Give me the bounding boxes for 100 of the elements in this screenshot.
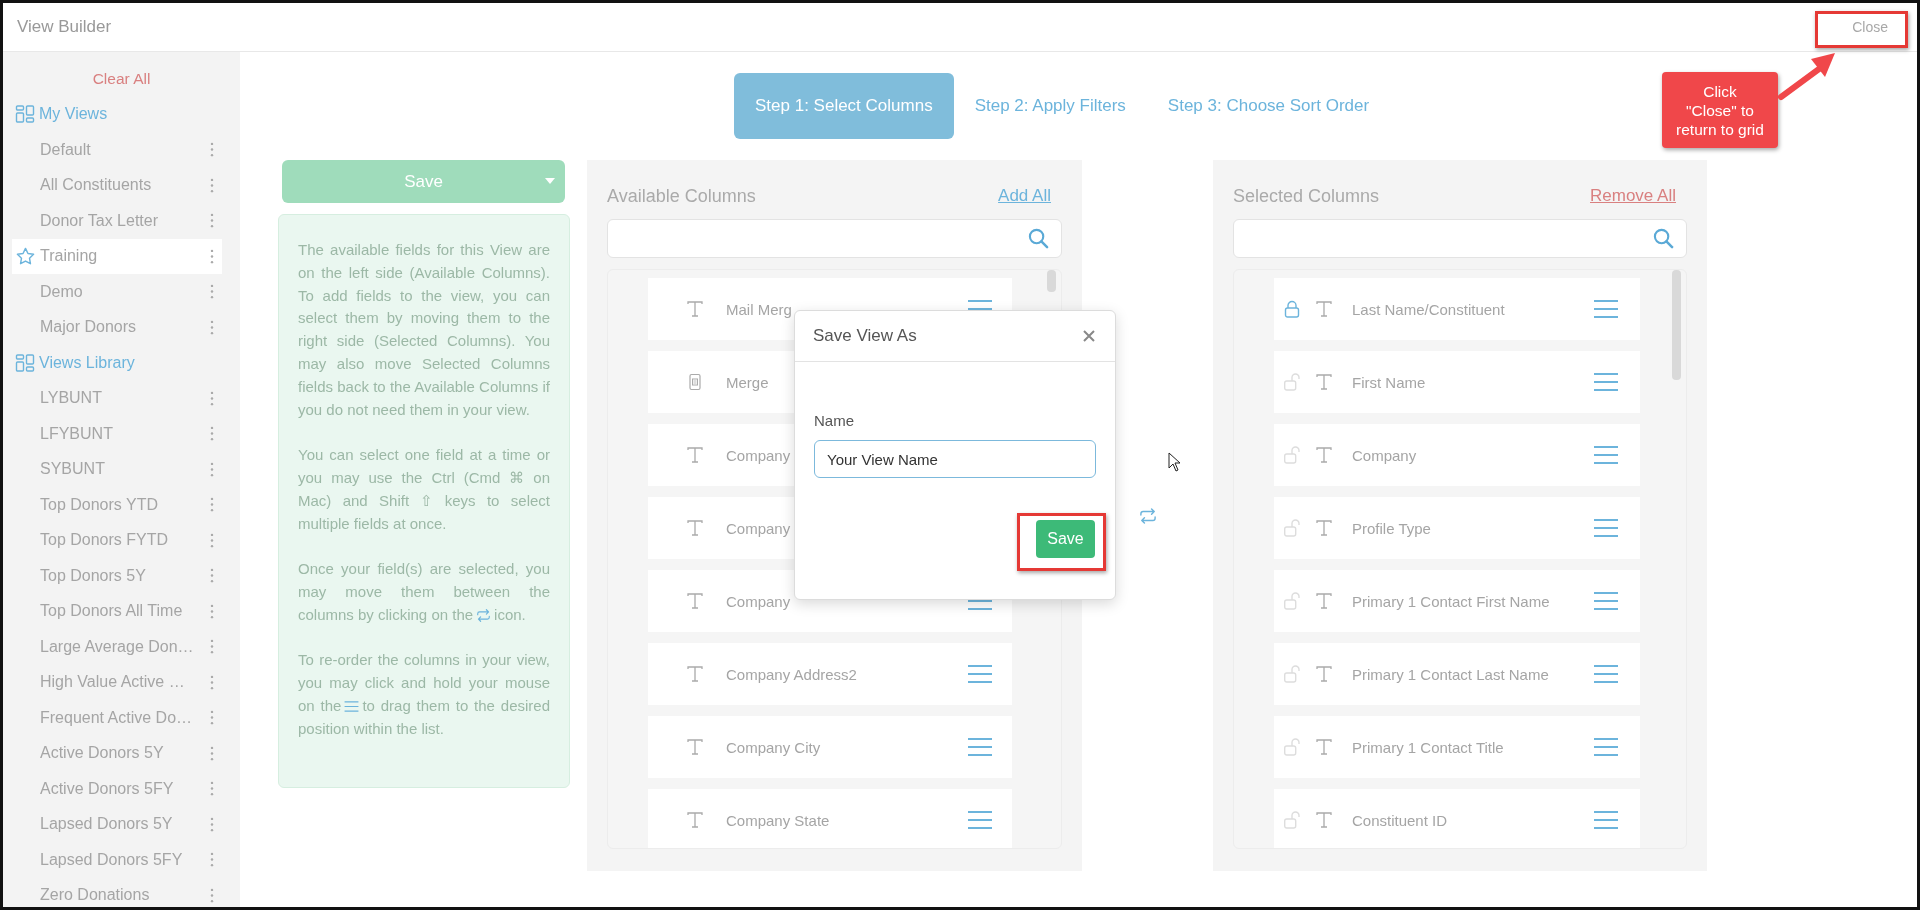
field-label: Name xyxy=(814,412,854,429)
step-tab[interactable]: Step 1: Select Columns xyxy=(734,73,954,139)
sidebar-item[interactable]: Lapsed Donors 5FY xyxy=(12,842,222,878)
text-type-icon xyxy=(1315,446,1333,464)
sidebar-item[interactable]: Large Average Don… xyxy=(12,629,222,665)
save-button[interactable]: Save xyxy=(1036,520,1095,558)
unlock-icon[interactable] xyxy=(1284,592,1300,610)
search-field[interactable] xyxy=(1233,219,1687,258)
more-icon[interactable] xyxy=(210,603,214,619)
more-icon[interactable] xyxy=(210,426,214,442)
drag-handle-icon[interactable] xyxy=(1593,737,1619,757)
sidebar-item[interactable]: Major Donors xyxy=(12,309,222,345)
drag-handle-icon[interactable] xyxy=(1593,445,1619,465)
sidebar-item[interactable]: Active Donors 5FY xyxy=(12,771,222,807)
more-icon[interactable] xyxy=(210,781,214,797)
close-icon[interactable] xyxy=(1083,330,1095,342)
search-icon[interactable] xyxy=(1653,228,1674,249)
drag-handle-icon[interactable] xyxy=(1593,664,1619,684)
more-icon[interactable] xyxy=(210,639,214,655)
sidebar-item[interactable]: Top Donors YTD xyxy=(12,487,222,523)
clear-all-link[interactable]: Clear All xyxy=(92,69,151,88)
column-item[interactable]: Last Name/Constituent xyxy=(1274,278,1640,340)
more-icon[interactable] xyxy=(210,887,214,903)
column-item[interactable]: Company State xyxy=(648,789,1012,848)
scrollbar-thumb[interactable] xyxy=(1672,270,1681,380)
more-icon[interactable] xyxy=(210,674,214,690)
search-field[interactable] xyxy=(607,219,1062,258)
unlock-icon[interactable] xyxy=(1284,738,1300,756)
lock-icon[interactable] xyxy=(1284,300,1300,318)
panel-title: Selected Columns xyxy=(1233,185,1380,207)
sidebar-item[interactable]: LYBUNT xyxy=(12,380,222,416)
column-item[interactable]: Company City xyxy=(648,716,1012,778)
more-icon[interactable] xyxy=(210,532,214,548)
sidebar-item[interactable]: High Value Active … xyxy=(12,664,222,700)
more-icon[interactable] xyxy=(210,284,214,300)
sidebar-item[interactable]: Top Donors All Time xyxy=(12,593,222,629)
unlock-icon[interactable] xyxy=(1284,373,1300,391)
section-title[interactable]: Views Library xyxy=(39,353,135,372)
search-icon[interactable] xyxy=(1028,228,1049,249)
step-tab[interactable]: Step 2: Apply Filters xyxy=(953,73,1147,139)
text-type-icon xyxy=(686,446,704,464)
sidebar-item[interactable]: LFYBUNT xyxy=(12,416,222,452)
sidebar-item[interactable]: Zero Donations xyxy=(12,877,222,907)
more-icon[interactable] xyxy=(210,319,214,335)
column-item[interactable]: Primary 1 Contact Title xyxy=(1274,716,1640,778)
text-type-icon xyxy=(1315,738,1333,756)
unlock-icon[interactable] xyxy=(1284,811,1300,829)
sidebar-item[interactable]: Default xyxy=(12,132,222,168)
sidebar-item[interactable]: All Constituents xyxy=(12,167,222,203)
column-item[interactable]: Profile Type xyxy=(1274,497,1640,559)
sidebar-item[interactable]: Donor Tax Letter xyxy=(12,203,222,239)
add-all-link[interactable]: Add All xyxy=(998,186,1051,206)
scrollbar-thumb[interactable] xyxy=(1047,270,1056,292)
drag-handle-icon[interactable] xyxy=(1593,810,1619,830)
more-icon[interactable] xyxy=(210,248,214,264)
drag-handle-icon[interactable] xyxy=(1593,372,1619,392)
drag-handle-icon[interactable] xyxy=(344,699,360,713)
sidebar-item[interactable]: SYBUNT xyxy=(12,451,222,487)
column-item[interactable]: Company xyxy=(1274,424,1640,486)
caret-icon[interactable] xyxy=(545,178,555,184)
sidebar-item[interactable]: Lapsed Donors 5Y xyxy=(12,806,222,842)
more-icon[interactable] xyxy=(210,710,214,726)
unlock-icon[interactable] xyxy=(1284,665,1300,683)
more-icon[interactable] xyxy=(210,461,214,477)
more-icon[interactable] xyxy=(210,390,214,406)
more-icon[interactable] xyxy=(210,852,214,868)
drag-handle-icon[interactable] xyxy=(1593,591,1619,611)
sidebar-item[interactable]: Demo xyxy=(12,274,222,310)
column-item[interactable]: Constituent ID xyxy=(1274,789,1640,848)
unlock-icon[interactable] xyxy=(1284,519,1300,537)
more-icon[interactable] xyxy=(210,816,214,832)
more-icon[interactable] xyxy=(210,177,214,193)
drag-handle-icon[interactable] xyxy=(967,737,993,757)
save-dropdown-button[interactable]: Save xyxy=(282,160,565,203)
sidebar-item[interactable]: Top Donors FYTD xyxy=(12,522,222,558)
drag-handle-icon[interactable] xyxy=(967,664,993,684)
more-icon[interactable] xyxy=(210,142,214,158)
drag-handle-icon[interactable] xyxy=(1593,518,1619,538)
drag-handle-icon[interactable] xyxy=(1593,299,1619,319)
close-link[interactable]: Close xyxy=(1852,19,1888,35)
sidebar-item[interactable]: Top Donors 5Y xyxy=(12,558,222,594)
remove-all-link[interactable]: Remove All xyxy=(1590,186,1676,206)
swap-icon[interactable] xyxy=(1138,507,1157,524)
column-item[interactable]: First Name xyxy=(1274,351,1640,413)
drag-handle-icon[interactable] xyxy=(967,810,993,830)
unlock-icon[interactable] xyxy=(1284,446,1300,464)
sidebar-item[interactable]: Training xyxy=(12,238,222,274)
more-icon[interactable] xyxy=(210,568,214,584)
more-icon[interactable] xyxy=(210,745,214,761)
section-title[interactable]: My Views xyxy=(39,105,108,124)
step-tab[interactable]: Step 3: Choose Sort Order xyxy=(1146,73,1391,139)
text-type-icon xyxy=(1315,665,1333,683)
column-item[interactable]: Primary 1 Contact First Name xyxy=(1274,570,1640,632)
column-item[interactable]: Company Address2 xyxy=(648,643,1012,705)
column-item[interactable]: Primary 1 Contact Last Name xyxy=(1274,643,1640,705)
more-icon[interactable] xyxy=(210,497,214,513)
name-input[interactable]: Your View Name xyxy=(814,440,1096,478)
sidebar-item[interactable]: Frequent Active Do… xyxy=(12,700,222,736)
more-icon[interactable] xyxy=(210,213,214,229)
sidebar-item[interactable]: Active Donors 5Y xyxy=(12,735,222,771)
